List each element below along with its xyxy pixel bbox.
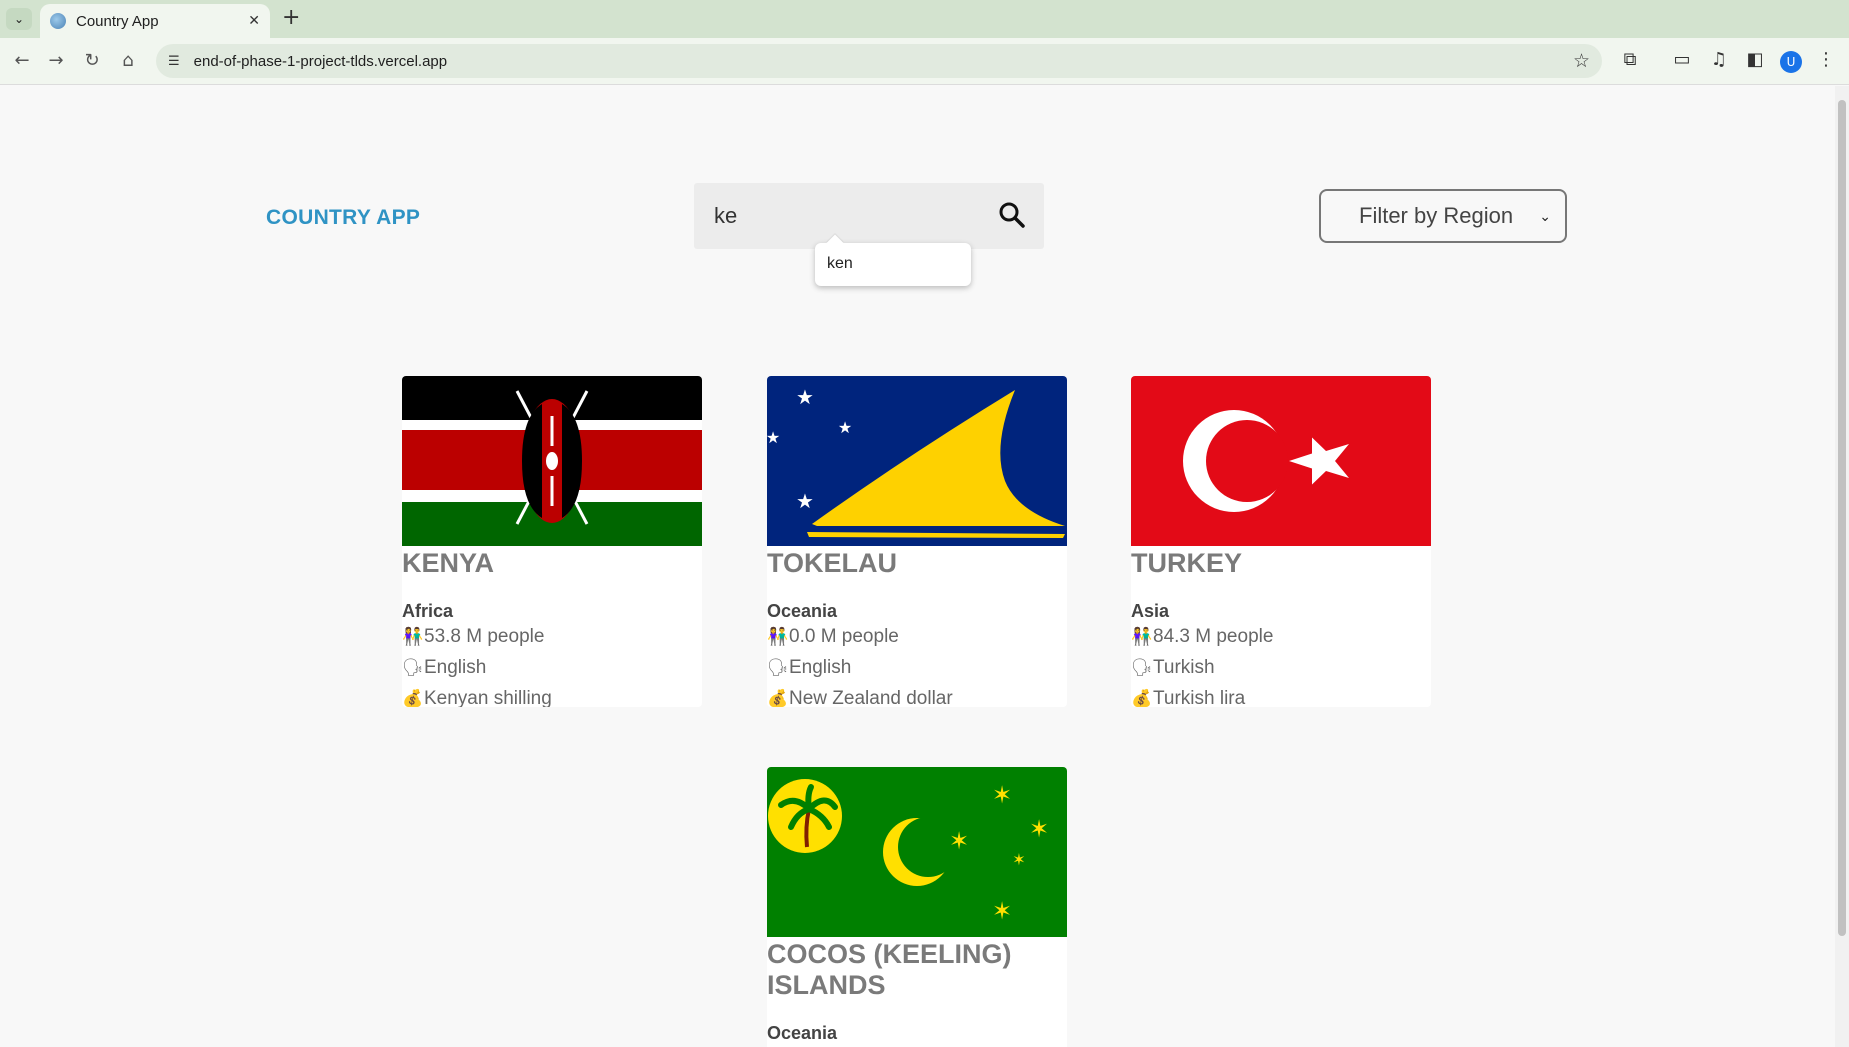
- svg-text:✶: ✶: [992, 781, 1012, 809]
- tab-title: Country App: [76, 12, 159, 30]
- media-controls-icon[interactable]: ♫: [1707, 49, 1731, 70]
- address-bar[interactable]: ☰ end-of-phase-1-project-tlds.vercel.app…: [156, 44, 1602, 78]
- tab-search-icon[interactable]: ⌄: [6, 8, 32, 30]
- country-card-kenya[interactable]: KENYA Africa 👫 53.8 M people 🗣 English 💰 Ke…: [402, 376, 702, 707]
- currency-row: 💰 Turkish lira: [1131, 683, 1431, 707]
- side-panel-icon[interactable]: ◧: [1743, 49, 1767, 70]
- language-text: English: [789, 657, 852, 678]
- money-bag-icon: 💰: [402, 689, 424, 707]
- population-row: 👫 53.8 M people: [402, 621, 702, 652]
- site-settings-icon[interactable]: ☰: [168, 54, 180, 69]
- svg-text:★: ★: [838, 418, 852, 437]
- svg-text:✶: ✶: [949, 827, 969, 855]
- cocos-flag: ✶ ✶ ✶ ✶ ✶: [767, 767, 1067, 937]
- population-row: 👫 0.0 M people: [767, 621, 1067, 652]
- money-bag-icon: 💰: [767, 689, 789, 707]
- language-row: 🗣 English: [767, 652, 1067, 683]
- country-region: Oceania: [767, 601, 838, 621]
- people-icon: 👫: [767, 627, 789, 646]
- speaking-head-icon: 🗣: [1131, 658, 1153, 677]
- population-text: 84.3 M people: [1153, 626, 1274, 647]
- browser-tab[interactable]: Country App ✕: [40, 4, 270, 38]
- language-text: Turkish: [1153, 657, 1215, 678]
- region-filter-select[interactable]: Filter by Region ⌄: [1319, 189, 1567, 243]
- country-name: COCOS (KEELING) ISLANDS: [767, 939, 1012, 1000]
- svg-text:✶: ✶: [1029, 815, 1049, 843]
- page-scrollbar[interactable]: [1835, 86, 1849, 1047]
- currency-text: New Zealand dollar: [789, 688, 953, 707]
- currency-row: 💰 New Zealand dollar: [767, 683, 1067, 707]
- cast-icon[interactable]: ▭: [1670, 49, 1694, 70]
- app-title[interactable]: COUNTRY APP: [266, 206, 420, 230]
- page-viewport: COUNTRY APP ken Filter by Region ⌄: [0, 86, 1835, 1047]
- country-name: TURKEY: [1131, 548, 1243, 578]
- chevron-down-icon: ⌄: [1539, 207, 1551, 224]
- country-name: TOKELAU: [767, 548, 898, 578]
- population-text: 53.8 M people: [424, 626, 545, 647]
- close-icon[interactable]: ✕: [248, 13, 260, 29]
- currency-text: Turkish lira: [1153, 688, 1246, 707]
- svg-text:★: ★: [767, 428, 780, 447]
- country-region: Asia: [1131, 601, 1170, 621]
- home-icon[interactable]: ⌂: [116, 50, 140, 71]
- back-icon[interactable]: ←: [10, 50, 34, 71]
- search-input[interactable]: [714, 199, 974, 233]
- extensions-icon[interactable]: ⧉: [1618, 49, 1642, 70]
- new-tab-button[interactable]: +: [282, 7, 300, 29]
- language-row: 🗣 Turkish: [1131, 652, 1431, 683]
- people-icon: 👫: [402, 627, 424, 646]
- country-card-cocos-keeling-islands[interactable]: ✶ ✶ ✶ ✶ ✶ COCOS (KEELING) ISLANDS Oceani…: [767, 767, 1067, 1047]
- currency-text: Kenyan shilling: [424, 688, 552, 707]
- search-container: [694, 183, 1044, 249]
- speaking-head-icon: 🗣: [402, 658, 424, 677]
- country-card-turkey[interactable]: TURKEY Asia 👫 84.3 M people 🗣 Turkish 💰 Tur…: [1131, 376, 1431, 707]
- svg-text:✶: ✶: [1012, 850, 1025, 869]
- speaking-head-icon: 🗣: [767, 658, 789, 677]
- profile-avatar[interactable]: U: [1780, 51, 1802, 73]
- country-card-tokelau[interactable]: ★ ★ ★ ★ TOKELAU Oceania 👫 0.0 M people 🗣 E…: [767, 376, 1067, 707]
- money-bag-icon: 💰: [1131, 689, 1153, 707]
- currency-row: 💰 Kenyan shilling: [402, 683, 702, 707]
- scrollbar-thumb[interactable]: [1838, 100, 1846, 936]
- bookmark-star-icon[interactable]: ☆: [1573, 50, 1590, 72]
- reload-icon[interactable]: ↻: [80, 50, 104, 71]
- region-filter-label: Filter by Region: [1359, 203, 1514, 228]
- more-menu-icon[interactable]: ⋮: [1814, 49, 1838, 70]
- country-region: Oceania: [767, 1023, 838, 1043]
- svg-text:★: ★: [796, 385, 814, 409]
- browser-toolbar: ← → ↻ ⌂ ☰ end-of-phase-1-project-tlds.ve…: [0, 38, 1849, 85]
- population-row: 👫 84.3 M people: [1131, 621, 1431, 652]
- search-icon[interactable]: [998, 201, 1026, 229]
- globe-icon: [50, 13, 66, 29]
- country-region: Africa: [402, 601, 454, 621]
- forward-icon[interactable]: →: [44, 50, 68, 71]
- turkey-flag: [1131, 376, 1431, 546]
- browser-tab-strip: ⌄ Country App ✕ +: [0, 0, 1849, 38]
- tokelau-flag: ★ ★ ★ ★: [767, 376, 1067, 546]
- kenya-flag: [402, 376, 702, 546]
- language-row: 🗣 English: [402, 652, 702, 683]
- svg-text:✶: ✶: [992, 897, 1012, 925]
- language-text: English: [424, 657, 487, 678]
- url-text: end-of-phase-1-project-tlds.vercel.app: [193, 52, 448, 70]
- population-text: 0.0 M people: [789, 626, 899, 647]
- people-icon: 👫: [1131, 627, 1153, 646]
- svg-text:★: ★: [796, 489, 814, 513]
- country-name: KENYA: [402, 548, 495, 578]
- autocomplete-suggestion[interactable]: ken: [815, 243, 971, 286]
